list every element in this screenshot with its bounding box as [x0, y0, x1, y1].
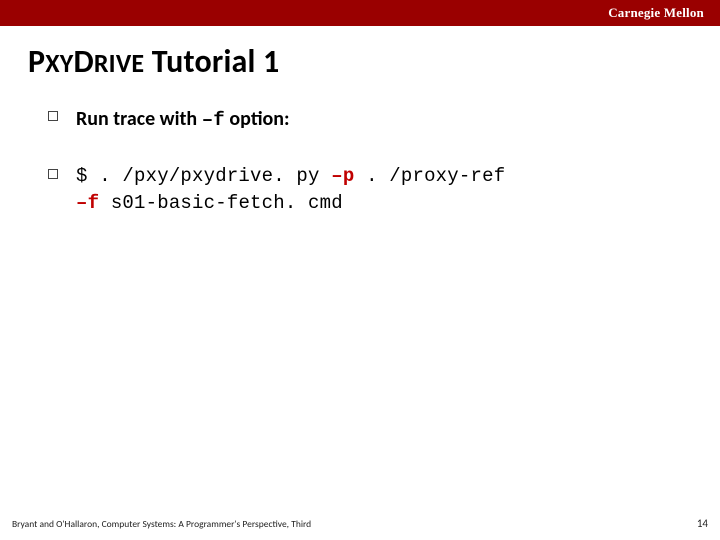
- title-tail: Tutorial 1: [144, 42, 279, 81]
- cmd-line1-flag: –p: [331, 165, 354, 187]
- title-word1-cap: P: [28, 42, 45, 81]
- cmd-line2-post: s01-basic-fetch. cmd: [99, 192, 343, 214]
- title-word2-rest: RIVE: [94, 47, 144, 79]
- footer-citation: Bryant and O'Hallaron, Computer Systems:…: [12, 518, 311, 530]
- slide-title: PXYDRIVE Tutorial 1: [28, 42, 720, 81]
- slide: Carnegie Mellon PXYDRIVE Tutorial 1 Run …: [0, 0, 720, 540]
- footer: Bryant and O'Hallaron, Computer Systems:…: [12, 517, 708, 530]
- title-word1-rest: XY: [45, 47, 73, 79]
- bullet-pre: Run trace with: [76, 107, 202, 131]
- cmd-line2: –f s01-basic-fetch. cmd: [76, 190, 680, 218]
- bullet-flag: –f: [202, 109, 225, 131]
- title-word2-cap: D: [73, 42, 93, 81]
- topbar: Carnegie Mellon: [0, 0, 720, 26]
- page-number: 14: [697, 517, 708, 530]
- bullet-item: Run trace with –f option:: [48, 105, 680, 135]
- bullet-post: option:: [225, 107, 290, 131]
- cmd-line1-pre: $ . /pxy/pxydrive. py: [76, 165, 331, 187]
- brand-text: Carnegie Mellon: [608, 5, 704, 21]
- bullet-item: $ . /pxy/pxydrive. py –p . /proxy-ref –f…: [48, 163, 680, 218]
- cmd-line2-flag: –f: [76, 192, 99, 214]
- command-block: $ . /pxy/pxydrive. py –p . /proxy-ref –f…: [76, 163, 680, 218]
- bullet-text: Run trace with –f option:: [76, 105, 680, 135]
- bullet-marker-icon: [48, 111, 58, 121]
- content-area: Run trace with –f option: $ . /pxy/pxydr…: [48, 105, 680, 218]
- cmd-line1-post: . /proxy-ref: [354, 165, 505, 187]
- bullet-marker-icon: [48, 169, 58, 179]
